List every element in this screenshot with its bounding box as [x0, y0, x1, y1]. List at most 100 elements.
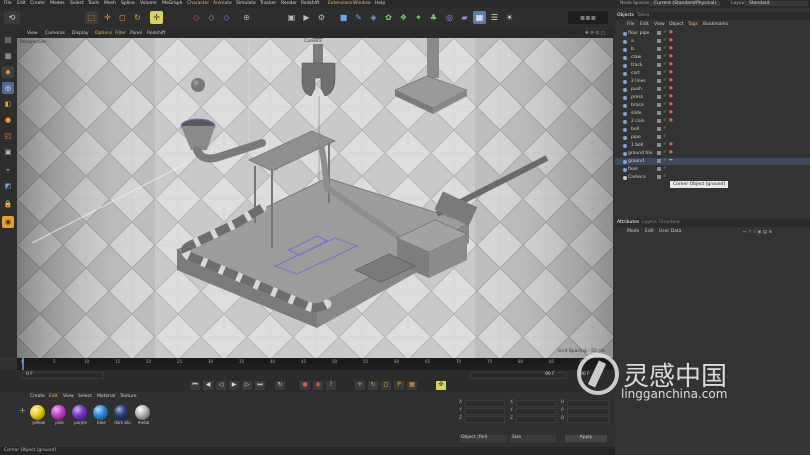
material-dark-blue[interactable]: dark blu: [114, 405, 131, 425]
layout-dropdown[interactable]: Standard: [745, 1, 808, 6]
menu-modes[interactable]: Modes: [50, 1, 65, 6]
attr-menu-user-data[interactable]: User Data: [659, 229, 681, 234]
object-row[interactable]: press ✓ ●: [615, 94, 810, 101]
obj-menu-bookmarks[interactable]: Bookmarks: [703, 22, 728, 27]
polygons-mode-icon[interactable]: ▣: [2, 146, 14, 158]
menu-animate[interactable]: Animate: [213, 1, 232, 6]
scale-icon[interactable]: ◻: [116, 11, 129, 24]
rotate-key-icon[interactable]: ↻: [368, 381, 378, 390]
play-reverse-icon[interactable]: ◁: [216, 381, 226, 390]
light-icon[interactable]: ☀: [503, 11, 516, 24]
play-icon[interactable]: ▶: [229, 381, 239, 390]
menu-file[interactable]: File: [4, 1, 12, 6]
mat-menu-select[interactable]: Select: [78, 394, 92, 399]
workplane-icon[interactable]: ◉: [2, 216, 14, 228]
rotate-icon[interactable]: ↻: [131, 11, 144, 24]
menu-simulate[interactable]: Simulate: [236, 1, 256, 6]
object-row[interactable]: Camera ✓: [615, 174, 810, 181]
apply-button[interactable]: Apply: [565, 435, 607, 442]
field-icon[interactable]: ◎: [443, 11, 456, 24]
viewport-menu-cameras[interactable]: Cameras: [45, 31, 65, 36]
menu-spline[interactable]: Spline: [121, 1, 135, 6]
mat-menu-texture[interactable]: Texture: [120, 394, 136, 399]
menu-render[interactable]: Render: [281, 1, 297, 6]
axis-lock-icon[interactable]: ✛: [150, 11, 163, 24]
viewport-menu-display[interactable]: Display: [72, 31, 89, 36]
param-key-icon[interactable]: P: [394, 381, 404, 390]
x-axis-icon[interactable]: ◇: [190, 11, 203, 24]
mat-menu-create[interactable]: Create: [30, 394, 45, 399]
go-to-start-icon[interactable]: ⏮: [190, 381, 200, 390]
live-select-icon[interactable]: ⬚: [85, 11, 98, 24]
pla-key-icon[interactable]: ▦: [407, 381, 417, 390]
move-key-icon[interactable]: ✛: [355, 381, 365, 390]
menu-select[interactable]: Select: [70, 1, 84, 6]
rotation-h-field[interactable]: [567, 400, 609, 407]
object-row[interactable]: 2 lines ✓ ●: [615, 78, 810, 85]
material-metal[interactable]: metal: [135, 405, 152, 425]
tab-structure[interactable]: Structure: [659, 220, 680, 225]
object-row[interactable]: a ✓ ●: [615, 38, 810, 45]
rotation-b-field[interactable]: [567, 416, 609, 423]
step-forward-icon[interactable]: ▷: [242, 381, 252, 390]
object-row[interactable]: floor ✓: [615, 166, 810, 173]
obj-menu-view[interactable]: View: [654, 22, 665, 27]
menu-edit[interactable]: Edit: [17, 1, 26, 6]
viewport-menu-filter[interactable]: Filter: [115, 31, 126, 36]
array-icon[interactable]: ✿: [382, 11, 395, 24]
object-row-selected[interactable]: ground ✓ ↔: [615, 158, 810, 165]
material-yellow[interactable]: yellow: [30, 405, 47, 425]
size-x-field[interactable]: [516, 400, 556, 407]
mat-menu-material[interactable]: Material: [97, 394, 115, 399]
size-y-field[interactable]: [516, 408, 556, 415]
cloner-icon[interactable]: ❖: [397, 11, 410, 24]
mat-menu-edit[interactable]: Edit: [49, 394, 58, 399]
obj-menu-file[interactable]: File: [627, 22, 635, 27]
viewport-menu-redshift[interactable]: Redshift: [147, 31, 165, 36]
object-row[interactable]: push ✓ ●: [615, 86, 810, 93]
material-blue[interactable]: blue: [93, 405, 110, 425]
camera-object-icon[interactable]: ▰: [458, 11, 471, 24]
object-row[interactable]: cart ✓ ●: [615, 70, 810, 77]
object-row[interactable]: bell ✓: [615, 126, 810, 133]
menu-tools[interactable]: Tools: [88, 1, 99, 6]
menu-tracker[interactable]: Tracker: [260, 1, 276, 6]
loop-icon[interactable]: ↻: [275, 381, 285, 390]
floor-icon[interactable]: ▦: [473, 11, 486, 24]
material-purple[interactable]: purple: [72, 405, 89, 425]
sky-icon[interactable]: ☰: [488, 11, 501, 24]
obj-menu-edit[interactable]: Edit: [640, 22, 649, 27]
coordinate-system-icon[interactable]: ⊕: [240, 11, 253, 24]
y-axis-icon[interactable]: ◇: [205, 11, 218, 24]
menu-extensions[interactable]: Extensions: [328, 1, 352, 6]
pen-icon[interactable]: ✎: [352, 11, 365, 24]
axis-mode-icon[interactable]: ⌖: [2, 164, 14, 176]
position-z-field[interactable]: [465, 416, 505, 423]
menu-mograph[interactable]: MoGraph: [162, 1, 182, 6]
model-mode-icon[interactable]: ◆: [2, 66, 14, 78]
record-icon[interactable]: ●: [300, 381, 310, 390]
object-row[interactable]: pipe ✓: [615, 134, 810, 141]
snap-icon[interactable]: 🔒: [2, 198, 14, 210]
size-mode-dropdown[interactable]: Size: [510, 435, 556, 442]
motion-system-icon[interactable]: ✜: [436, 381, 446, 390]
menu-create[interactable]: Create: [30, 1, 45, 6]
size-z-field[interactable]: [516, 416, 556, 423]
tweak-mode-icon[interactable]: ◩: [2, 180, 14, 192]
object-row[interactable]: 1 bell ✓ ●: [615, 142, 810, 149]
timeline-ruler[interactable]: 0 5 10 15 20 25 30 35 40 45 50 55 60 65 …: [17, 358, 613, 370]
menu-volume[interactable]: Volume: [140, 1, 157, 6]
attr-menu-mode[interactable]: Mode: [627, 229, 639, 234]
rotation-p-field[interactable]: [567, 408, 609, 415]
mat-menu-view[interactable]: View: [63, 394, 74, 399]
tab-objects[interactable]: Objects: [617, 13, 634, 18]
position-x-field[interactable]: [465, 400, 505, 407]
autokey-icon[interactable]: ◉: [313, 381, 323, 390]
z-axis-icon[interactable]: ◇: [220, 11, 233, 24]
render-view-icon[interactable]: ▣: [285, 11, 298, 24]
3d-viewport[interactable]: Perspective Camera Grid Spacing : 50 cm: [17, 38, 613, 358]
object-row[interactable]: slide ✓ ●: [615, 110, 810, 117]
coordinate-mode-dropdown[interactable]: Object (Rel): [459, 435, 507, 442]
menu-redshift[interactable]: Redshift: [301, 1, 319, 6]
make-editable-icon[interactable]: ▤: [2, 34, 14, 46]
